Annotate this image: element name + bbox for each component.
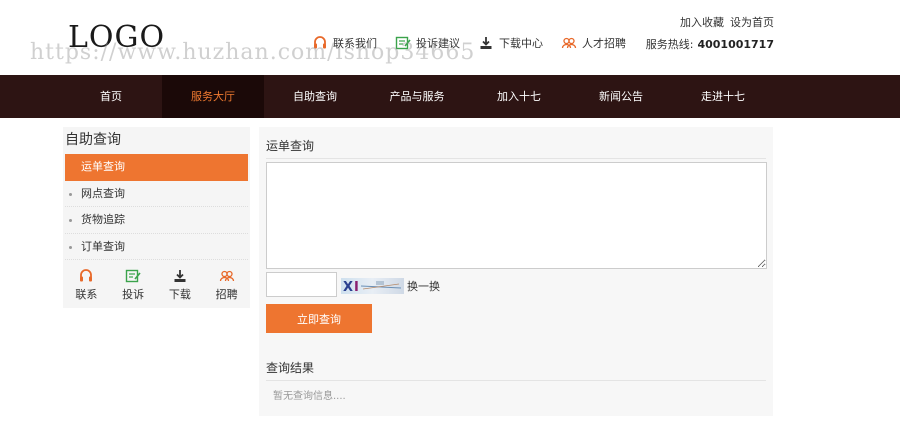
set-homepage-link[interactable]: 设为首页 bbox=[730, 14, 774, 30]
hotline-number: 4001001717 bbox=[697, 38, 774, 51]
hotline-label: 服务热线: bbox=[645, 38, 694, 51]
submit-query-button[interactable]: 立即查询 bbox=[266, 304, 372, 333]
captcha-input[interactable] bbox=[266, 272, 337, 297]
nav-item-service-hall[interactable]: 服务大厅 bbox=[162, 75, 264, 118]
right-links: 加入收藏 设为首页 bbox=[680, 14, 774, 30]
sidebar-item-orders[interactable]: 订单查询 bbox=[65, 234, 248, 260]
quick-link-label: 投诉 bbox=[122, 288, 145, 301]
quick-link-label: 联系 bbox=[75, 288, 98, 301]
main-nav: 首页 服务大厅 自助查询 产品与服务 加入十七 新闻公告 走进十七 bbox=[0, 75, 900, 118]
waybill-input[interactable] bbox=[266, 162, 767, 269]
headset-icon bbox=[78, 268, 94, 284]
query-title: 运单查询 bbox=[266, 137, 766, 159]
quick-link-contact[interactable]: 联系 bbox=[64, 268, 108, 302]
add-favorite-link[interactable]: 加入收藏 bbox=[680, 14, 724, 30]
top-link-contact[interactable]: 联系我们 bbox=[312, 35, 377, 51]
sidebar-title: 自助查询 bbox=[65, 132, 121, 148]
sidebar-item-tracking[interactable]: 货物追踪 bbox=[65, 207, 248, 234]
top-link-label: 人才招聘 bbox=[582, 37, 626, 50]
quick-link-download[interactable]: 下载 bbox=[158, 268, 202, 302]
headset-icon bbox=[312, 35, 328, 51]
sidebar-item-outlets[interactable]: 网点查询 bbox=[65, 181, 248, 207]
top-link-recruit[interactable]: 人才招聘 bbox=[561, 35, 626, 51]
captcha-refresh-link[interactable]: 换一换 bbox=[407, 278, 440, 294]
nav-item-join[interactable]: 加入十七 bbox=[468, 75, 570, 118]
nav-item-self-query[interactable]: 自助查询 bbox=[264, 75, 366, 118]
captcha-image[interactable]: X I bbox=[341, 278, 404, 294]
header: LOGO https://www.huzhan.com/ishop34665 联… bbox=[0, 0, 900, 75]
quick-link-label: 下载 bbox=[168, 288, 191, 301]
result-title: 查询结果 bbox=[266, 359, 766, 381]
sidebar: 自助查询 运单查询 网点查询 货物追踪 订单查询 联系 投诉 下载 招聘 bbox=[63, 127, 250, 308]
svg-text:I: I bbox=[354, 280, 359, 294]
top-link-label: 联系我们 bbox=[333, 37, 377, 50]
people-icon bbox=[219, 268, 235, 284]
query-panel: 运单查询 X I 换一换 立即查询 查询结果 暂无查询信息.... bbox=[259, 127, 773, 416]
people-icon bbox=[561, 35, 577, 51]
edit-icon bbox=[395, 35, 411, 51]
result-empty-text: 暂无查询信息.... bbox=[273, 391, 346, 402]
download-icon bbox=[478, 35, 494, 51]
quick-link-label: 招聘 bbox=[215, 288, 238, 301]
nav-item-about[interactable]: 走进十七 bbox=[672, 75, 774, 118]
quick-link-complaint[interactable]: 投诉 bbox=[111, 268, 155, 302]
top-link-download[interactable]: 下载中心 bbox=[478, 35, 543, 51]
nav-item-home[interactable]: 首页 bbox=[60, 75, 162, 118]
site-logo[interactable]: LOGO bbox=[68, 20, 165, 55]
sidebar-item-waybill[interactable]: 运单查询 bbox=[65, 154, 248, 181]
sidebar-quick-links: 联系 投诉 下载 招聘 bbox=[63, 260, 250, 302]
top-link-complaint[interactable]: 投诉建议 bbox=[395, 35, 460, 51]
nav-item-news[interactable]: 新闻公告 bbox=[570, 75, 672, 118]
top-link-label: 下载中心 bbox=[499, 37, 543, 50]
edit-icon bbox=[125, 268, 141, 284]
quick-link-recruit[interactable]: 招聘 bbox=[205, 268, 249, 302]
top-links: 联系我们 投诉建议 下载中心 人才招聘 bbox=[312, 35, 626, 51]
nav-item-products[interactable]: 产品与服务 bbox=[366, 75, 468, 118]
top-link-label: 投诉建议 bbox=[416, 37, 460, 50]
svg-text:X: X bbox=[343, 280, 353, 294]
hotline: 服务热线: 4001001717 bbox=[646, 36, 774, 52]
download-icon bbox=[172, 268, 188, 284]
